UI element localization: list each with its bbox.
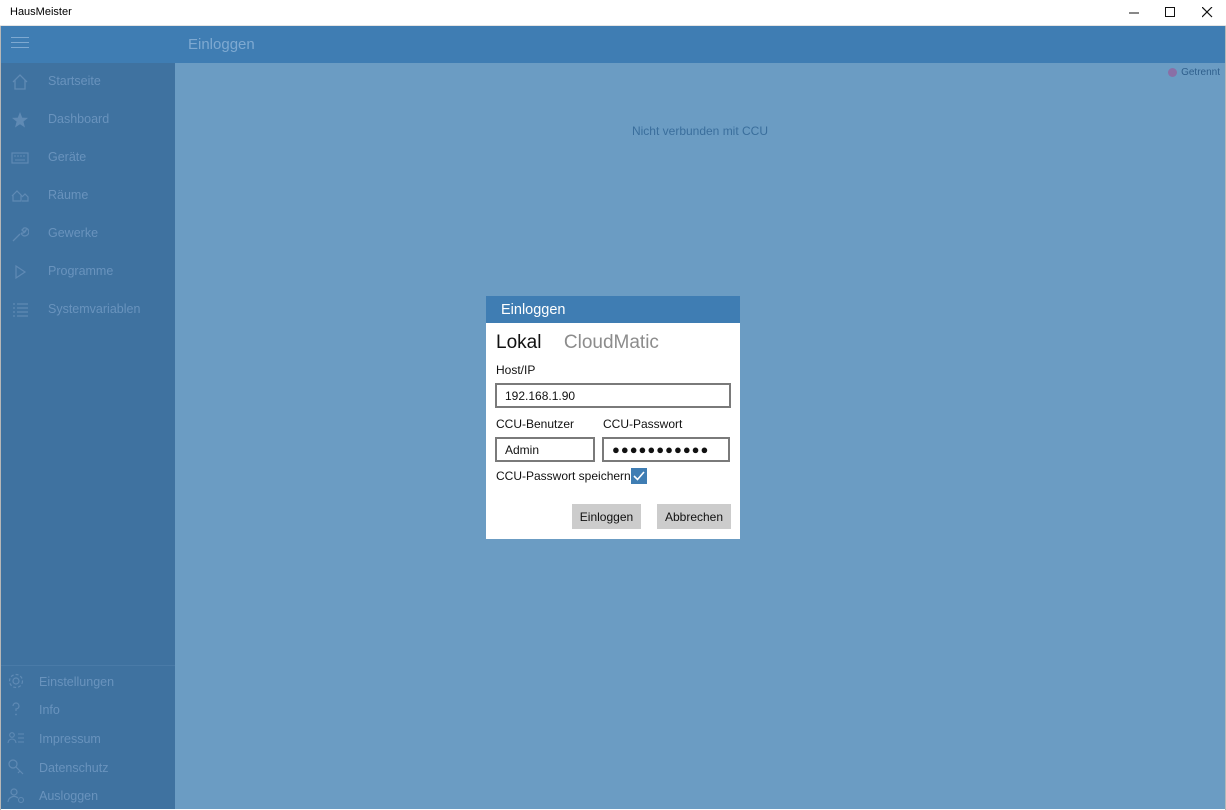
login-dialog: Einloggen Lokal CloudMatic Host/IP CCU-B… <box>486 296 740 539</box>
list-icon <box>11 301 29 319</box>
contact-list-icon <box>7 729 25 747</box>
sidebar-item-ausloggen[interactable]: Ausloggen <box>1 781 175 809</box>
sidebar-item-gewerke[interactable]: Gewerke <box>1 215 175 253</box>
sidebar-item-label: Systemvariablen <box>48 302 141 316</box>
status-text: Getrennt <box>1181 67 1220 78</box>
sidebar-item-label: Ausloggen <box>39 789 99 803</box>
sidebar-item-label: Dashboard <box>48 112 110 126</box>
minimize-icon <box>1128 12 1139 14</box>
sidebar-item-raeume[interactable]: Räume <box>1 177 175 215</box>
star-icon <box>11 111 29 129</box>
sidebar-item-startseite[interactable]: Startseite <box>1 63 175 101</box>
host-label: Host/IP <box>496 363 536 377</box>
sidebar-item-label: Geräte <box>48 150 87 164</box>
save-password-label: CCU-Passwort speichern <box>496 469 631 483</box>
sidebar-item-geraete[interactable]: Geräte <box>1 139 175 177</box>
home-icon <box>11 73 29 91</box>
key-icon <box>7 758 25 776</box>
sidebar-item-datenschutz[interactable]: Datenschutz <box>1 753 175 781</box>
sidebar-item-label: Räume <box>48 188 89 202</box>
sidebar-item-impressum[interactable]: Impressum <box>1 724 175 752</box>
keyboard-icon <box>11 149 29 167</box>
close-icon <box>1201 7 1212 18</box>
password-input[interactable]: ●●●●●●●●●●● <box>602 437 730 462</box>
wrench-icon <box>11 225 29 243</box>
hamburger-menu-icon[interactable] <box>11 37 29 51</box>
status-dot-icon <box>1168 68 1178 77</box>
window-titlebar: HausMeister <box>0 0 1226 26</box>
rooms-icon <box>11 187 29 205</box>
sidebar-item-einstellungen[interactable]: Einstellungen <box>1 667 175 695</box>
cancel-button[interactable]: Abbrechen <box>657 504 731 529</box>
window-title: HausMeister <box>10 6 72 18</box>
maximize-button[interactable] <box>1151 0 1189 25</box>
play-icon <box>11 263 29 281</box>
tab-lokal[interactable]: Lokal <box>496 332 541 354</box>
connection-status: Getrennt <box>1168 67 1220 78</box>
user-logout-icon <box>7 786 25 804</box>
question-icon <box>7 700 25 718</box>
sidebar-item-programme[interactable]: Programme <box>1 253 175 291</box>
sidebar-item-label: Info <box>39 703 60 717</box>
tab-cloudmatic[interactable]: CloudMatic <box>564 332 659 354</box>
sidebar: Startseite Dashboard Geräte Räume Gewerk… <box>1 63 175 809</box>
user-label: CCU-Benutzer <box>496 417 575 431</box>
close-button[interactable] <box>1188 0 1226 25</box>
minimize-button[interactable] <box>1115 0 1153 25</box>
sidebar-item-label: Impressum <box>39 732 101 746</box>
maximize-icon <box>1164 7 1175 17</box>
gear-icon <box>7 672 25 690</box>
user-input[interactable] <box>495 437 595 462</box>
login-button[interactable]: Einloggen <box>572 504 641 529</box>
sidebar-item-label: Einstellungen <box>39 675 115 689</box>
sidebar-item-label: Programme <box>48 264 114 278</box>
login-tabs: Lokal CloudMatic <box>496 332 677 354</box>
save-password-checkbox[interactable] <box>631 468 647 484</box>
app-header: Einloggen <box>1 26 1225 63</box>
sidebar-item-label: Startseite <box>48 74 101 88</box>
host-input[interactable] <box>495 383 731 408</box>
checkmark-icon <box>633 471 645 481</box>
page-title: Einloggen <box>188 36 255 53</box>
sidebar-item-systemvariablen[interactable]: Systemvariablen <box>1 291 175 329</box>
sidebar-item-label: Datenschutz <box>39 761 109 775</box>
dialog-title: Einloggen <box>486 296 740 323</box>
sidebar-item-dashboard[interactable]: Dashboard <box>1 101 175 139</box>
password-label: CCU-Passwort <box>603 417 683 431</box>
sidebar-item-label: Gewerke <box>48 226 99 240</box>
connection-message: Nicht verbunden mit CCU <box>631 124 769 138</box>
sidebar-item-info[interactable]: Info <box>1 695 175 723</box>
sidebar-divider <box>1 665 175 666</box>
